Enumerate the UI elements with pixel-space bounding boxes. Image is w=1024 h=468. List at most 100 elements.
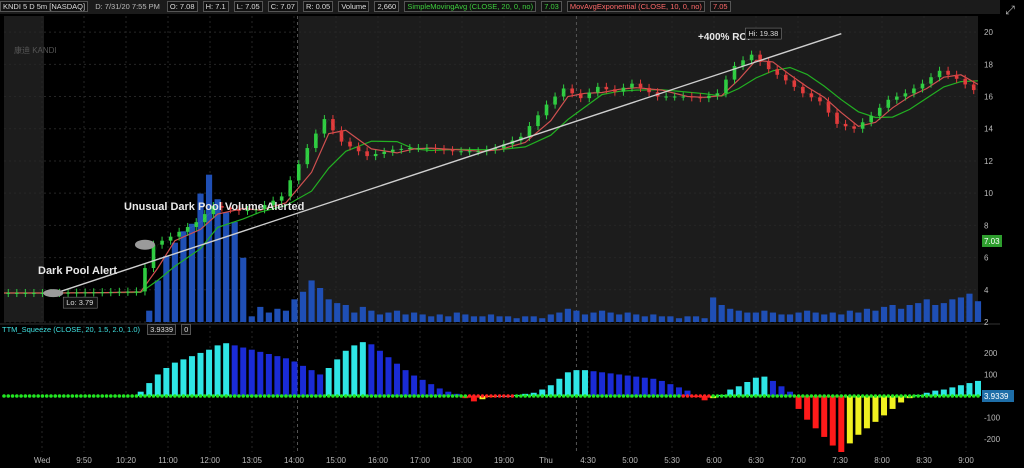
- volume-bar: [376, 314, 384, 322]
- time-tick-label: 10:20: [116, 456, 137, 465]
- squeeze-dot: [91, 394, 96, 398]
- squeeze-bar: [317, 374, 324, 396]
- squeeze-dot: [326, 394, 331, 398]
- price-tick-label: 16: [984, 93, 993, 102]
- squeeze-dot: [121, 394, 126, 398]
- volume-bar: [231, 221, 238, 322]
- squeeze-dot: [732, 394, 737, 398]
- squeeze-bar: [744, 382, 751, 396]
- squeeze-bar: [359, 342, 366, 396]
- volume-bar: [496, 316, 503, 322]
- volume-bar: [752, 312, 759, 322]
- squeeze-dot: [668, 394, 673, 398]
- squeeze-bar: [368, 344, 375, 396]
- squeeze-dot: [591, 394, 596, 398]
- volume-bar: [522, 316, 529, 322]
- squeeze-dot: [164, 394, 169, 398]
- squeeze-dot: [527, 394, 532, 398]
- squeeze-dot: [399, 394, 404, 398]
- squeeze-bar: [240, 347, 247, 396]
- squeeze-bar: [599, 372, 606, 396]
- squeeze-dot: [249, 394, 254, 398]
- squeeze-dot: [856, 394, 861, 398]
- squeeze-dot: [715, 394, 720, 398]
- volume-bar: [804, 310, 811, 322]
- squeeze-dot: [425, 394, 429, 398]
- volume-bar: [556, 312, 563, 322]
- volume-bar: [317, 288, 324, 322]
- squeeze-dot: [202, 394, 207, 398]
- volume-bar: [829, 312, 836, 322]
- squeeze-dot: [694, 394, 698, 398]
- squeeze-dot: [672, 394, 677, 398]
- volume-bar: [402, 314, 409, 322]
- time-tick-label: 7:00: [790, 456, 806, 465]
- squeeze-bar: [265, 354, 272, 396]
- squeeze-bar: [248, 349, 255, 396]
- time-tick-label: 12:00: [200, 456, 221, 465]
- squeeze-dot: [173, 394, 177, 398]
- squeeze-dot: [625, 394, 630, 398]
- volume-bar: [761, 310, 768, 322]
- volume-bar: [650, 314, 657, 322]
- squeeze-dot: [608, 394, 613, 398]
- squeeze-dot: [373, 394, 378, 398]
- squeeze-dot: [32, 394, 36, 398]
- squeeze-bar: [402, 370, 409, 396]
- squeeze-bar: [282, 358, 289, 396]
- squeeze-dot: [822, 394, 827, 398]
- squeeze-dot: [237, 394, 241, 398]
- squeeze-dot: [523, 394, 527, 398]
- volume-bar: [966, 293, 973, 322]
- squeeze-label[interactable]: TTM_Squeeze (CLOSE, 20, 1.5, 2.0, 1.0): [0, 325, 142, 334]
- squeeze-dot: [702, 394, 707, 398]
- squeeze-dot: [544, 394, 549, 398]
- volume-bar: [633, 314, 640, 322]
- squeeze-dot: [194, 394, 199, 398]
- squeeze-dot: [557, 394, 562, 398]
- squeeze-dot: [882, 394, 886, 398]
- price-tick-label: 14: [984, 125, 993, 134]
- squeeze-bar: [812, 396, 819, 429]
- volume-bar: [675, 318, 683, 322]
- squeeze-bar: [556, 378, 563, 396]
- squeeze-bar: [325, 368, 332, 396]
- squeeze-dot: [561, 394, 566, 398]
- squeeze-dot: [356, 394, 361, 398]
- volume-bar: [932, 305, 939, 322]
- squeeze-dot: [288, 394, 293, 398]
- squeeze-dot: [450, 394, 455, 398]
- squeeze-dot: [62, 394, 66, 398]
- volume-bar: [479, 316, 486, 322]
- squeeze-dot: [484, 394, 489, 398]
- squeeze-dot: [805, 394, 809, 398]
- price-tick-label: 10: [984, 189, 993, 198]
- volume-bar: [325, 299, 332, 322]
- squeeze-dot: [877, 394, 882, 398]
- squeeze-dot: [296, 394, 301, 398]
- volume-bar: [308, 280, 315, 322]
- price-tick-label: 8: [984, 221, 989, 230]
- squeeze-dot: [745, 394, 750, 398]
- chart-canvas: 2468101214161820-200-1000100200Wed9:5010…: [0, 16, 1014, 465]
- squeeze-dot: [408, 394, 412, 398]
- squeeze-dot: [536, 394, 540, 398]
- squeeze-dot: [689, 394, 694, 398]
- squeeze-dot: [10, 394, 15, 398]
- squeeze-dot: [403, 394, 408, 398]
- volume-bar: [889, 305, 896, 322]
- squeeze-dot: [369, 394, 374, 398]
- volume-bar: [974, 301, 982, 322]
- squeeze-dot: [416, 394, 421, 398]
- squeeze-bar: [573, 370, 580, 396]
- squeeze-dot: [754, 394, 758, 398]
- squeeze-dot: [130, 394, 134, 398]
- volume-bar: [359, 306, 366, 322]
- time-tick-label: 6:30: [748, 456, 764, 465]
- volume-bar: [342, 305, 349, 322]
- volume-bar: [940, 303, 947, 322]
- squeeze-bar: [975, 380, 981, 396]
- squeeze-tag: 3.9339: [984, 392, 1009, 401]
- squeeze-dot: [57, 394, 62, 398]
- squeeze-bar: [564, 372, 571, 396]
